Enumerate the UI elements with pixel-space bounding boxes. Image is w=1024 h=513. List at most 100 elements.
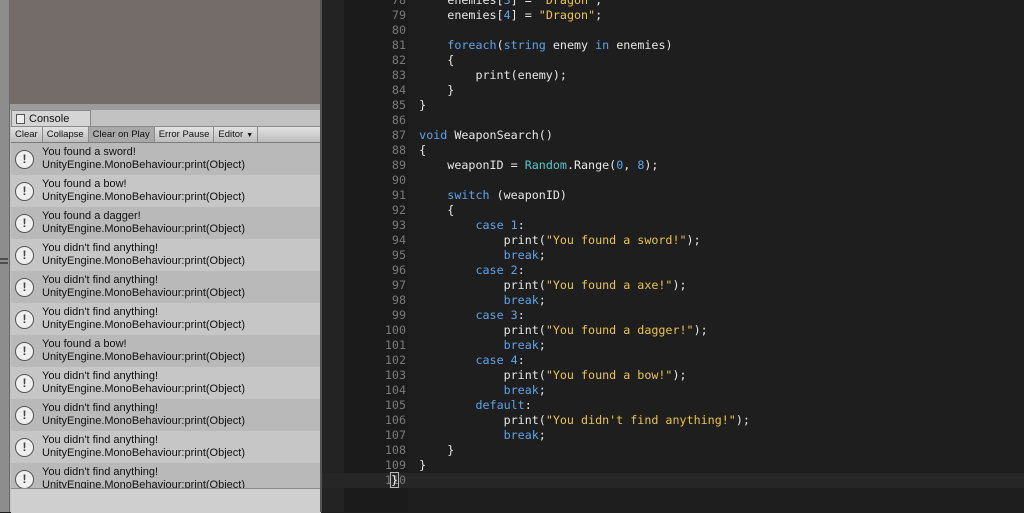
log-entry[interactable]: ! You didn't find anything! UnityEngine.Mo…	[11, 271, 321, 303]
code-line[interactable]: 98 break;	[322, 293, 1024, 308]
code-line[interactable]: 107 break;	[322, 428, 1024, 443]
code-line[interactable]: 110}	[322, 472, 1024, 488]
code-keyword: case	[475, 263, 504, 277]
code-line[interactable]: 97 print("You found a axe!");	[322, 278, 1024, 293]
code-line[interactable]: 102 case 4:	[322, 353, 1024, 368]
line-number: 86	[391, 113, 406, 127]
code-line[interactable]: 85 }	[322, 98, 1024, 113]
code-line[interactable]: 104 break;	[322, 383, 1024, 398]
log-message: You found a dagger!	[42, 210, 141, 222]
code-keyword: case	[475, 308, 504, 322]
code-line[interactable]: 101 break;	[322, 338, 1024, 353]
toolbar-button-clear[interactable]: Clear	[11, 127, 43, 142]
code-line[interactable]: 94 print("You found a sword!");	[322, 233, 1024, 248]
log-entry[interactable]: ! You didn't find anything! UnityEngine.Mo…	[11, 463, 321, 488]
code-lines[interactable]: 78 enemies[3] = "Dragon"; 79 enemies[4] =…	[322, 0, 1024, 488]
resize-handle[interactable]	[0, 258, 8, 260]
code-line[interactable]: 93 case 1:	[322, 218, 1024, 233]
log-text: You didn't find anything! UnityEngine.Mon…	[42, 242, 245, 268]
code-text: print(enemy);	[391, 68, 566, 83]
code-line[interactable]: 109 }	[322, 458, 1024, 473]
code-text: case 1:	[391, 218, 524, 233]
code-text: enemies[3] = "Dragon";	[391, 0, 602, 8]
code-token: }	[391, 458, 427, 472]
code-line[interactable]: 92 {	[322, 203, 1024, 218]
code-line[interactable]: 79 enemies[4] = "Dragon";	[322, 8, 1024, 23]
toolbar-button-editor[interactable]: Editor ▼	[214, 127, 259, 142]
code-editor[interactable]: 78 enemies[3] = "Dragon"; 79 enemies[4] =…	[322, 0, 1024, 512]
code-text: }	[391, 98, 426, 113]
log-source: UnityEngine.MonoBehaviour:print(Object)	[42, 351, 245, 363]
code-keyword: case	[475, 218, 504, 232]
code-line[interactable]: 100 print("You found a dagger!");	[322, 323, 1024, 338]
code-line[interactable]: 105 default:	[322, 398, 1024, 413]
code-keyword: in	[595, 38, 610, 52]
info-icon: !	[15, 149, 34, 169]
code-line[interactable]: 86	[322, 113, 1024, 128]
code-token: enemies[	[391, 0, 504, 7]
code-line[interactable]: 96 case 2:	[322, 263, 1024, 278]
resize-handle[interactable]	[0, 262, 8, 264]
code-token: ;	[595, 8, 603, 22]
code-text: print("You found a sword!");	[391, 233, 701, 248]
toolbar-button-label: Clear	[15, 129, 38, 140]
toolbar-button-error-pause[interactable]: Error Pause	[155, 127, 215, 142]
code-line[interactable]: 99 case 3:	[322, 308, 1024, 323]
log-entry[interactable]: ! You found a bow! UnityEngine.MonoBehavio…	[11, 335, 321, 367]
code-line[interactable]: 90	[322, 173, 1024, 188]
console-log-list[interactable]: ! You found a sword! UnityEngine.MonoBehav…	[11, 143, 321, 488]
log-source: UnityEngine.MonoBehaviour:print(Object)	[42, 287, 245, 299]
code-number: 2	[510, 263, 518, 277]
code-line[interactable]: 83 print(enemy);	[322, 68, 1024, 83]
log-source: UnityEngine.MonoBehaviour:print(Object)	[42, 383, 245, 395]
code-keyword: break	[503, 338, 539, 352]
scene-view[interactable]	[10, 0, 321, 104]
code-string: "Dragon"	[538, 8, 596, 22]
code-line[interactable]: 80	[322, 23, 1024, 38]
code-token: {	[391, 143, 427, 157]
toolbar-button-collapse[interactable]: Collapse	[43, 127, 89, 142]
info-icon: !	[15, 437, 34, 457]
code-line[interactable]: 88 {	[322, 143, 1024, 158]
code-line[interactable]: 78 enemies[3] = "Dragon";	[322, 0, 1024, 8]
code-line[interactable]: 87 void WeaponSearch()	[322, 128, 1024, 143]
log-entry[interactable]: ! You didn't find anything! UnityEngine.Mo…	[11, 239, 321, 271]
code-keyword: break	[503, 293, 539, 307]
code-number: 4	[503, 8, 511, 22]
code-line[interactable]: 108 }	[322, 443, 1024, 458]
log-entry[interactable]: ! You found a sword! UnityEngine.MonoBehav…	[11, 143, 321, 175]
log-message: You found a bow!	[42, 338, 127, 350]
log-entry[interactable]: ! You didn't find anything! UnityEngine.Mo…	[11, 367, 321, 399]
code-number: 3	[510, 308, 518, 322]
log-message: You found a bow!	[42, 178, 127, 190]
log-entry[interactable]: ! You didn't find anything! UnityEngine.Mo…	[11, 431, 321, 463]
code-line[interactable]: 82 {	[322, 53, 1024, 68]
code-token: ;	[538, 383, 546, 397]
code-line[interactable]: 91 switch (weaponID)	[322, 188, 1024, 203]
toolbar-button-clear-on-play[interactable]: Clear on Play	[88, 127, 155, 142]
log-entry[interactable]: ! You didn't find anything! UnityEngine.Mo…	[11, 303, 321, 335]
code-token: enemies)	[609, 38, 673, 52]
code-text: print("You found a axe!");	[391, 278, 687, 293]
tab-console[interactable]: Console	[11, 110, 91, 126]
log-entry[interactable]: ! You found a dagger! UnityEngine.MonoBeha…	[11, 207, 321, 239]
log-entry[interactable]: ! You found a bow! UnityEngine.MonoBehavio…	[11, 175, 321, 207]
code-number: 3	[503, 0, 511, 7]
code-line[interactable]: 89 weaponID = Random.Range(0, 8);	[322, 158, 1024, 173]
code-string: "You found a axe!"	[545, 278, 673, 292]
code-text: {	[391, 203, 454, 218]
log-text: You didn't find anything! UnityEngine.Mon…	[42, 306, 245, 332]
log-entry[interactable]: ! You didn't find anything! UnityEngine.Mo…	[11, 399, 321, 431]
code-line[interactable]: 81 foreach(string enemy in enemies)	[322, 38, 1024, 53]
code-text: foreach(string enemy in enemies)	[391, 38, 673, 53]
code-line[interactable]: 103 print("You found a bow!");	[322, 368, 1024, 383]
code-line[interactable]: 106 print("You didn't find anything!");	[322, 413, 1024, 428]
code-line[interactable]: 95 break;	[322, 248, 1024, 263]
code-text: break;	[391, 383, 546, 398]
code-line[interactable]: 84 }	[322, 83, 1024, 98]
